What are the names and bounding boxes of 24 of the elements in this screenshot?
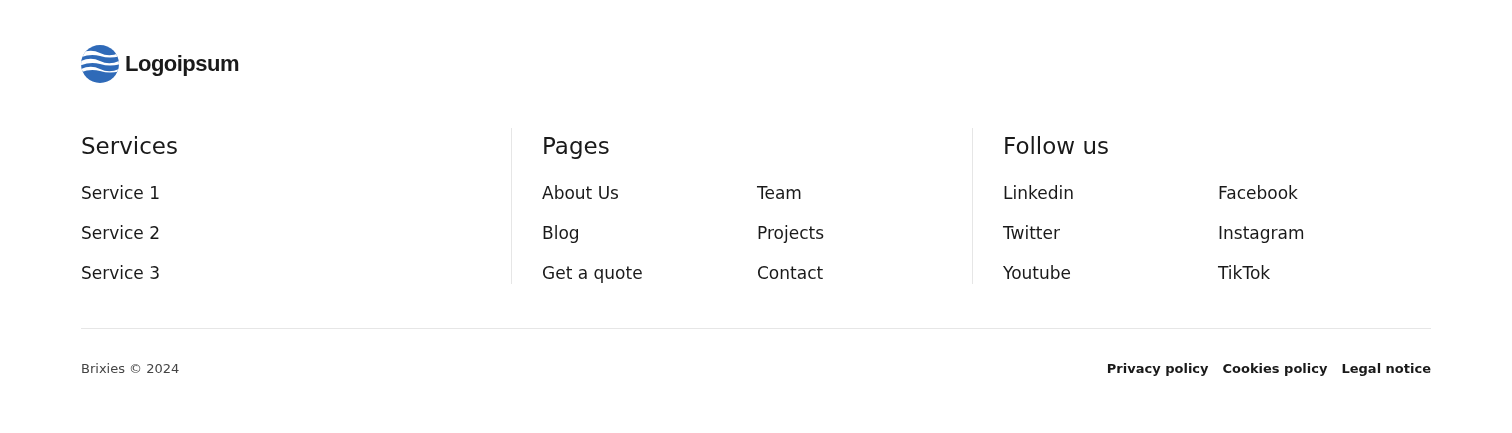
- legal-link[interactable]: Cookies policy: [1222, 361, 1328, 376]
- logo-icon: [81, 45, 119, 83]
- footer-link[interactable]: Linkedin: [1003, 182, 1218, 204]
- footer-link[interactable]: Get a quote: [542, 262, 757, 284]
- footer-link[interactable]: About Us: [542, 182, 757, 204]
- footer-link[interactable]: Youtube: [1003, 262, 1218, 284]
- footer-link[interactable]: Team: [757, 182, 972, 204]
- column-heading: Services: [81, 132, 179, 161]
- footer-link[interactable]: Projects: [757, 222, 972, 244]
- column-heading: Follow us: [1003, 132, 1110, 161]
- footer-link[interactable]: Service 1: [81, 182, 296, 204]
- column-heading: Pages: [542, 132, 611, 161]
- footer-link[interactable]: TikTok: [1218, 262, 1433, 284]
- logo-text: Logoipsum: [125, 51, 240, 77]
- footer-link[interactable]: Instagram: [1218, 222, 1433, 244]
- copyright-text: Brixies © 2024: [81, 361, 180, 376]
- footer-link[interactable]: Service 2: [81, 222, 296, 244]
- footer-link[interactable]: Twitter: [1003, 222, 1218, 244]
- footer-link[interactable]: Service 3: [81, 262, 296, 284]
- legal-link[interactable]: Privacy policy: [1106, 361, 1209, 376]
- footer-link[interactable]: Facebook: [1218, 182, 1433, 204]
- footer-link[interactable]: Contact: [757, 262, 972, 284]
- footer-link[interactable]: Blog: [542, 222, 757, 244]
- legal-link[interactable]: Legal notice: [1341, 361, 1431, 376]
